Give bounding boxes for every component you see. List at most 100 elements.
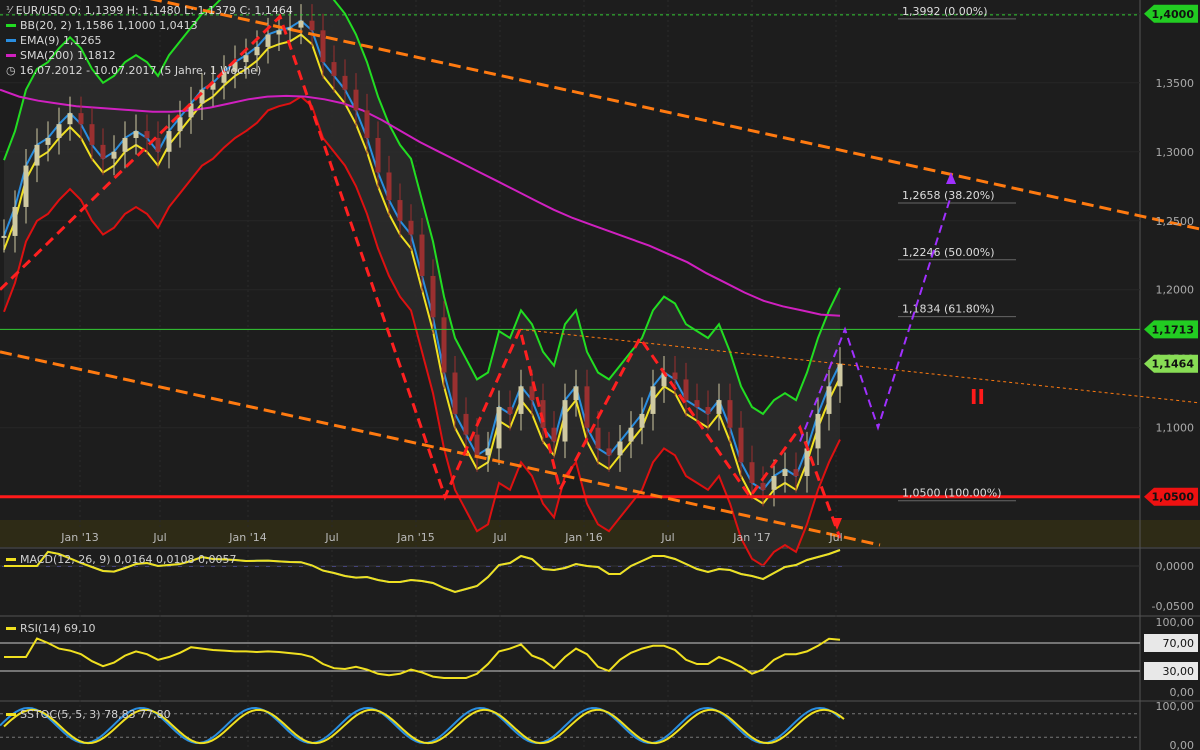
x-tick-label: Jul <box>324 531 338 544</box>
macd-histogram-bar <box>222 566 226 567</box>
x-tick-label: Jan '17 <box>732 531 770 544</box>
ema-swatch-icon <box>6 39 16 42</box>
macd-histogram-bar <box>486 566 490 567</box>
macd-histogram-bar <box>398 566 402 567</box>
macd-histogram-bar <box>354 566 358 567</box>
candle-body <box>45 137 51 145</box>
candle-body <box>12 206 18 236</box>
macd-histogram-bar <box>233 566 237 567</box>
candle-body <box>23 165 29 207</box>
candle-body <box>705 407 711 414</box>
candle-body <box>672 372 678 380</box>
macd-histogram-bar <box>519 566 523 567</box>
macd-histogram-bar <box>673 566 677 567</box>
macd-histogram-bar <box>662 566 666 567</box>
rsi-tick: 0,00 <box>1170 686 1195 699</box>
macd-histogram-bar <box>277 566 281 567</box>
macd-histogram-bar <box>706 566 710 567</box>
candle-body <box>111 151 117 159</box>
candle-body <box>133 131 139 138</box>
macd-histogram-bar <box>387 566 391 567</box>
macd-histogram-bar <box>431 566 435 567</box>
macd-histogram-bar <box>101 566 105 567</box>
candle-body <box>760 482 766 490</box>
macd-histogram-bar <box>321 566 325 567</box>
stoch-label: SSTOC(5, 5, 3) 78,83 77,80 <box>20 708 171 721</box>
bar-icon: ⅟ <box>6 5 12 16</box>
candle-body <box>815 413 821 449</box>
macd-histogram-bar <box>79 566 83 567</box>
candle-body <box>397 200 403 221</box>
macd-histogram-bar <box>750 566 754 567</box>
macd-label: MACD(12, 26, 9) 0,0164 0,0108 0,0057 <box>20 553 237 566</box>
rsi-70-badge-label: 70,00 <box>1163 637 1195 650</box>
macd-histogram-bar <box>805 566 809 567</box>
macd-histogram-bar <box>508 566 512 567</box>
x-tick-label: Jul <box>828 531 842 544</box>
macd-histogram-bar <box>145 566 149 567</box>
wave-annotation: II <box>970 385 985 409</box>
x-tick-label: Jan '13 <box>60 531 98 544</box>
candle-body <box>496 407 502 449</box>
stoch-legend: SSTOC(5, 5, 3) 78,83 77,80 <box>6 708 171 721</box>
fib-label: 1,2246 (50.00%) <box>902 246 995 259</box>
candle-body <box>67 113 73 125</box>
macd-histogram-bar <box>651 566 655 567</box>
candle-body <box>628 427 634 442</box>
candle-body <box>452 372 458 414</box>
ema-legend: EMA(9) 1,1265 <box>20 34 102 47</box>
stoch-tick: 100,00 <box>1156 700 1195 713</box>
x-tick-label: Jan '16 <box>564 531 602 544</box>
macd-histogram-bar <box>134 566 138 567</box>
candle-body <box>364 110 370 138</box>
macd-histogram-bar <box>332 566 336 567</box>
macd-histogram-bar <box>816 566 820 567</box>
y-tick-label: 1,3000 <box>1156 146 1195 159</box>
fib-label: 1,3992 (0.00%) <box>902 5 988 18</box>
macd-histogram-bar <box>552 566 556 567</box>
candle-body <box>738 427 744 463</box>
fib-label: 1,0500 (100.00%) <box>902 487 1002 500</box>
price-badge-label: 1,4000 <box>1152 8 1195 21</box>
period-range: 16.07.2012 - 10.07.2017 (5 Jahre, 1 Woch… <box>19 64 262 77</box>
macd-histogram-bar <box>618 566 622 567</box>
candle-body <box>793 469 799 477</box>
rsi-legend: RSI(14) 69,10 <box>6 622 95 635</box>
candle-body <box>595 427 601 449</box>
candle-body <box>419 234 425 276</box>
macd-histogram-bar <box>827 566 831 567</box>
macd-histogram-bar <box>299 566 303 567</box>
candle-body <box>408 220 414 235</box>
candle-body <box>573 386 579 401</box>
candle-body <box>606 448 612 456</box>
candle-body <box>837 363 843 387</box>
candle-body <box>617 441 623 456</box>
candle-body <box>694 400 700 408</box>
macd-histogram-bar <box>442 566 446 567</box>
candle-body <box>474 434 480 456</box>
macd-histogram-bar <box>123 566 127 567</box>
candle-body <box>298 20 304 28</box>
macd-tick: 0,0000 <box>1156 560 1195 573</box>
y-tick-label: 1,2500 <box>1156 215 1195 228</box>
candle-body <box>89 124 95 145</box>
macd-histogram-bar <box>189 566 193 567</box>
candle-body <box>551 427 557 442</box>
macd-histogram-bar <box>244 566 248 567</box>
x-tick-label: Jul <box>492 531 506 544</box>
bb-swatch-icon <box>6 24 16 27</box>
candle-body <box>386 172 392 201</box>
candle-body <box>518 386 524 414</box>
sma-legend: SMA(200) 1,1812 <box>20 49 116 62</box>
macd-histogram-bar <box>761 566 765 567</box>
sma-swatch-icon <box>6 54 16 57</box>
candle-body <box>782 469 788 477</box>
macd-histogram-bar <box>640 566 644 567</box>
candle-body <box>463 413 469 435</box>
y-tick-label: 1,3500 <box>1156 77 1195 90</box>
candle-body <box>56 124 62 138</box>
candle-body <box>639 413 645 428</box>
clock-icon: ◷ <box>6 64 16 77</box>
macd-histogram-bar <box>409 566 413 567</box>
x-tick-label: Jan '14 <box>228 531 266 544</box>
